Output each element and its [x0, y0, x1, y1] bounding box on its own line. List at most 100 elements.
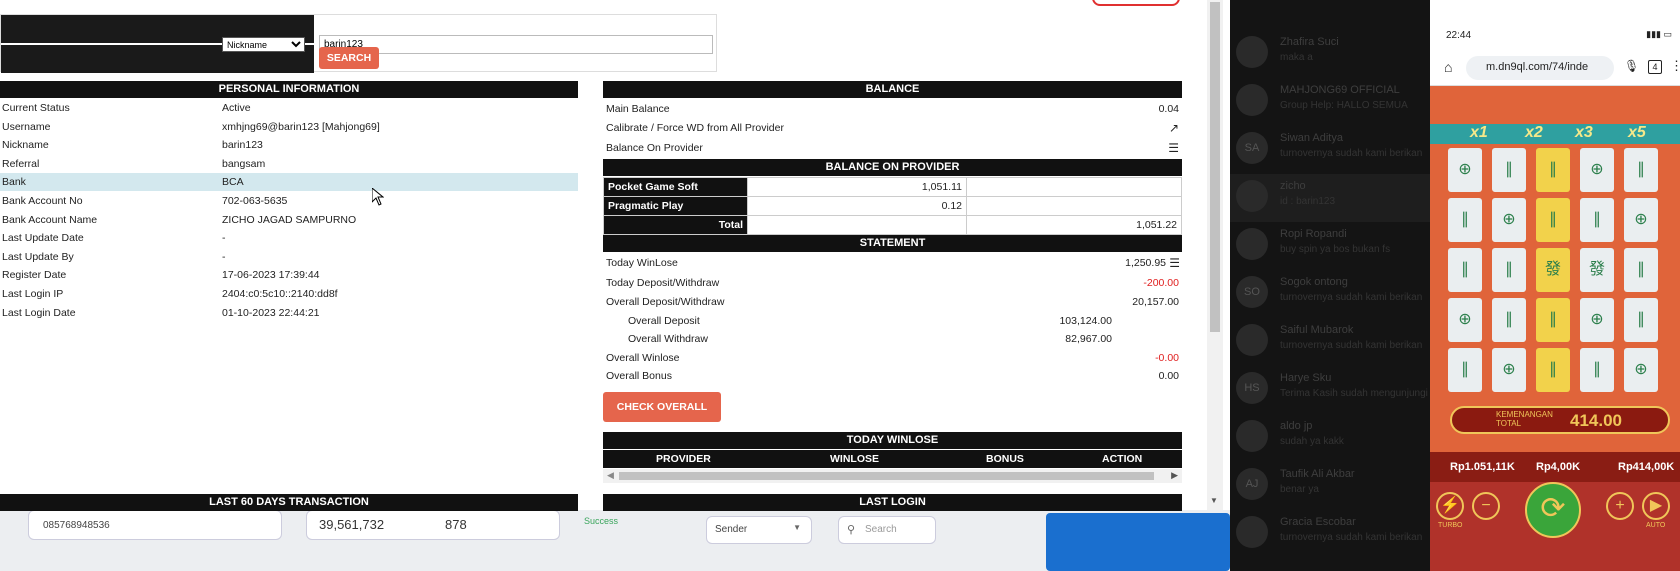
- info-row: Referral bangsam: [0, 155, 578, 173]
- total-win-banner: KEMENANGAN TOTAL 414.00: [1450, 406, 1670, 434]
- info-row: Last Update By -: [0, 248, 578, 266]
- mahjong-tile-icon: ∥: [1536, 148, 1570, 192]
- chat-item[interactable]: Gracia Escobar turnovernya sudah kami ber…: [1230, 510, 1430, 558]
- chat-item[interactable]: HS Harye Sku Terima Kasih sudah mengunjung…: [1230, 366, 1430, 414]
- avatar: [1236, 228, 1268, 260]
- top-toggle-button[interactable]: [1092, 0, 1180, 6]
- auto-label: AUTO: [1646, 522, 1666, 529]
- mahjong-tile-icon: ⊕: [1580, 148, 1614, 192]
- info-value: barin123: [222, 139, 263, 152]
- search-form: Nickname SEARCH: [0, 14, 717, 73]
- mahjong-tile-icon: ∥: [1448, 348, 1482, 392]
- bg-search-input[interactable]: ⚲ Search: [838, 516, 936, 544]
- chat-message: Terima Kasih sudah mengunjungi: [1280, 388, 1428, 399]
- search-type-select[interactable]: Nickname: [222, 37, 305, 52]
- overall-bonus-label: Overall Bonus: [606, 370, 672, 382]
- mahjong-tile-icon: ⊕: [1448, 298, 1482, 342]
- avatar: [1236, 84, 1268, 116]
- chat-message: buy spin ya bos bukan fs: [1280, 244, 1391, 255]
- mahjong-tile-icon: ∥: [1448, 198, 1482, 242]
- bg-search-placeholder: Search: [865, 524, 897, 535]
- column-header: WINLOSE: [830, 453, 879, 465]
- mic-icon[interactable]: 🎙: [1624, 59, 1639, 73]
- provider-name: Pocket Game Soft: [603, 177, 748, 197]
- chat-name: Siwan Aditya: [1280, 132, 1343, 144]
- column-header: ACTION: [1102, 453, 1143, 465]
- info-value: xmhjng69@barin123 [Mahjong69]: [222, 120, 380, 133]
- balance-on-provider-header: BALANCE ON PROVIDER: [603, 159, 1182, 176]
- chat-item[interactable]: Ropi Ropandi buy spin ya bos bukan fs: [1230, 222, 1430, 270]
- scroll-thumb[interactable]: [1210, 2, 1220, 332]
- chat-item[interactable]: SO Sogok ontong turnovernya sudah kami ber…: [1230, 270, 1430, 318]
- last-60-days-header: LAST 60 DAYS TRANSACTION: [0, 494, 578, 511]
- home-icon[interactable]: ⌂: [1444, 59, 1452, 75]
- auto-button[interactable]: ▶: [1642, 492, 1670, 520]
- scroll-right-icon[interactable]: ▶: [1171, 470, 1178, 481]
- info-label: Bank Account Name: [2, 213, 98, 226]
- chat-item[interactable]: AJ Taufik Ali Akbar benar ya: [1230, 462, 1430, 510]
- phone-address-field[interactable]: m.dn9ql.com/74/inde: [1466, 56, 1614, 80]
- mahjong-tile-icon: ∥: [1492, 298, 1526, 342]
- phone-url-bar: ⌂ m.dn9ql.com/74/inde 🎙 4 ⋮: [1430, 50, 1680, 86]
- chat-message: sudah ya kakk: [1280, 436, 1344, 447]
- turbo-button[interactable]: ⚡: [1436, 492, 1464, 520]
- mahjong-tile-icon: ∥: [1536, 298, 1570, 342]
- chat-message: id : barin123: [1280, 196, 1336, 207]
- phone-controls: ⚡ − ⟳ + ▶ TURBO AUTO: [1430, 482, 1680, 571]
- chat-item[interactable]: Saiful Mubarok turnovernya sudah kami ber…: [1230, 318, 1430, 366]
- list-icon[interactable]: ☰: [1168, 139, 1179, 157]
- bg-sender-label: Sender: [715, 524, 748, 535]
- overall-withdraw-label: Overall Withdraw: [628, 333, 708, 345]
- plus-button[interactable]: +: [1606, 492, 1634, 520]
- check-overall-button[interactable]: CHECK OVERALL: [603, 392, 721, 422]
- info-label: Username: [2, 120, 51, 133]
- info-value: 2404:c0:5c10::2140:dd8f: [222, 288, 338, 300]
- chat-item[interactable]: Zhafira Suci maka a: [1230, 30, 1430, 78]
- bg-sender-select[interactable]: Sender ▼: [706, 516, 812, 544]
- vertical-scrollbar[interactable]: ▼: [1207, 0, 1223, 510]
- balance-header: BALANCE: [603, 81, 1182, 98]
- minus-button[interactable]: −: [1472, 492, 1500, 520]
- chat-item[interactable]: zicho id : barin123: [1230, 174, 1430, 222]
- chat-name: Sogok ontong: [1280, 276, 1348, 288]
- avatar: [1236, 36, 1268, 68]
- chat-item[interactable]: SA Siwan Aditya turnovernya sudah kami ber…: [1230, 126, 1430, 174]
- phone-balance-bar: Rp1.051,11K Rp4,00K Rp414,00K: [1430, 452, 1680, 482]
- share-icon[interactable]: ↗: [1169, 119, 1179, 137]
- today-dw-value: -200.00: [1143, 277, 1179, 289]
- bg-phone-field: 085768948536: [28, 510, 282, 540]
- chat-name: Harye Sku: [1280, 372, 1332, 384]
- chat-item[interactable]: aldo jp sudah ya kakk: [1230, 414, 1430, 462]
- mahjong-tile-icon: ∥: [1492, 148, 1526, 192]
- chat-name: MAHJONG69 OFFICIAL: [1280, 84, 1400, 96]
- table-row: Total 1,051.22: [603, 215, 1182, 235]
- overall-bonus-value: 0.00: [1158, 370, 1179, 382]
- info-row: Register Date 17-06-2023 17:39:44: [0, 266, 578, 284]
- info-label: Nickname: [2, 139, 49, 152]
- scroll-thumb[interactable]: [619, 472, 1154, 480]
- info-value: 702-063-5635: [222, 195, 288, 207]
- bg-stats-card: 39,561,732 878: [306, 510, 560, 540]
- tabs-count[interactable]: 4: [1648, 60, 1662, 74]
- chat-item[interactable]: MAHJONG69 OFFICIAL Group Help: HALLO SEMU…: [1230, 78, 1430, 126]
- menu-icon[interactable]: ⋮: [1670, 58, 1680, 74]
- search-button[interactable]: SEARCH: [319, 47, 379, 69]
- main-balance-label: Main Balance: [606, 103, 670, 115]
- column-header: BONUS: [986, 453, 1024, 465]
- multiplier: x2: [1525, 124, 1543, 141]
- turbo-label: TURBO: [1438, 522, 1463, 529]
- overall-deposit-label: Overall Deposit: [628, 315, 700, 327]
- info-row: Last Login Date 01-10-2023 22:44:21: [0, 304, 578, 322]
- spin-button[interactable]: ⟳: [1525, 482, 1581, 538]
- chat-message: turnovernya sudah kami berikan: [1280, 292, 1423, 303]
- list-icon[interactable]: ☰: [1169, 254, 1180, 272]
- avatar: SO: [1236, 276, 1268, 308]
- horizontal-scrollbar[interactable]: ◀ ▶: [603, 469, 1182, 483]
- chat-message: turnovernya sudah kami berikan: [1280, 532, 1423, 543]
- info-row: Nickname barin123: [0, 136, 578, 154]
- mahjong-tile-icon: ∥: [1448, 248, 1482, 292]
- info-label: Last Update By: [2, 250, 74, 263]
- avatar: [1236, 516, 1268, 548]
- scroll-left-icon[interactable]: ◀: [607, 470, 614, 481]
- scroll-down-icon[interactable]: ▼: [1210, 496, 1218, 505]
